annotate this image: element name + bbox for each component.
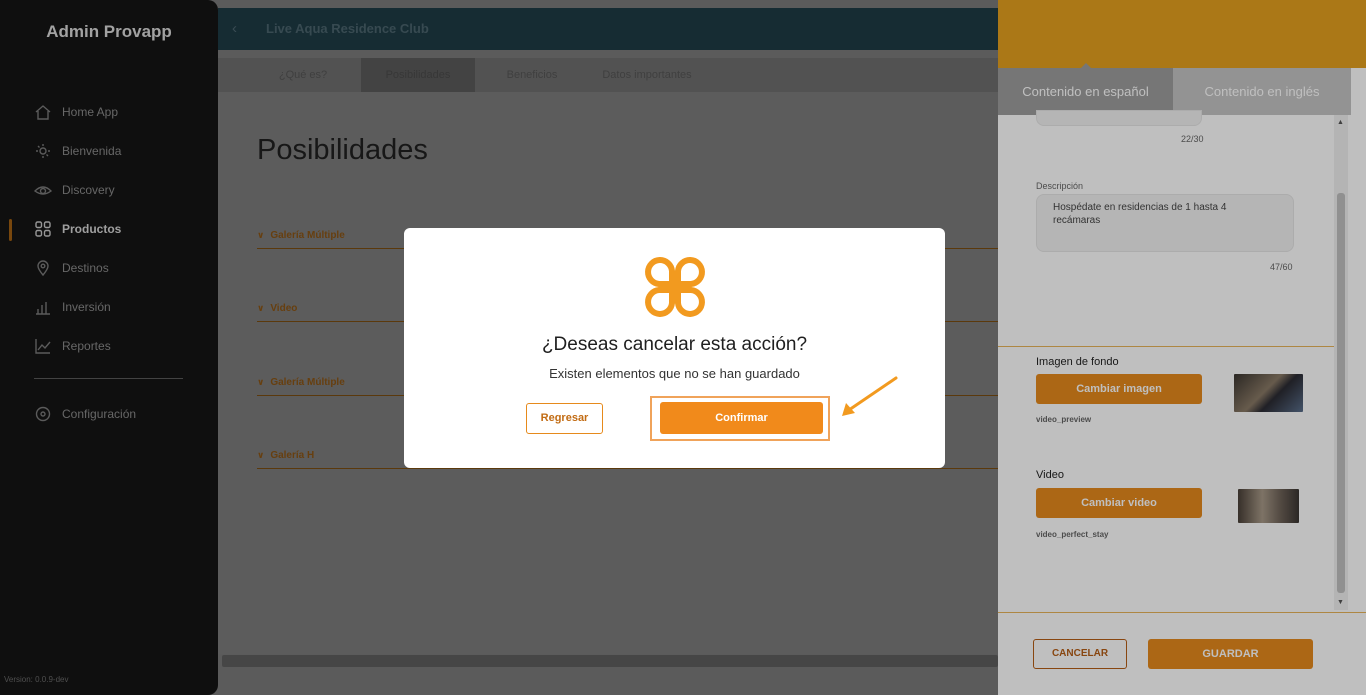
description-value: Hospédate en residencias de 1 hasta 4 re…: [1053, 202, 1227, 226]
background-image-thumbnail: [1234, 374, 1303, 412]
video-label: Video: [1036, 469, 1064, 481]
section-heading: Posibilidades: [257, 134, 428, 166]
grid-icon: [35, 221, 51, 237]
sidebar-item-label: Productos: [62, 222, 122, 236]
background-image-label: Imagen de fondo: [1036, 356, 1119, 368]
home-icon: [35, 105, 51, 120]
panel-scrollbar[interactable]: ▲ ▼: [1334, 115, 1348, 610]
scroll-down-icon[interactable]: ▼: [1337, 599, 1344, 606]
section-title: Galería H: [270, 450, 315, 461]
panel-header: [998, 0, 1366, 68]
change-image-button[interactable]: Cambiar imagen: [1036, 374, 1202, 404]
sidebar-item-label: Reportes: [62, 339, 111, 353]
sidebar-divider: [34, 378, 183, 379]
sidebar-item-label: Discovery: [62, 183, 115, 197]
section-title: Galería Múltiple: [270, 377, 345, 388]
footer-divider: [998, 612, 1366, 613]
content-tabs: ¿Qué es? Posibilidades Beneficios Datos …: [218, 58, 998, 92]
tab-beneficios[interactable]: Beneficios: [490, 58, 574, 92]
tab-que-es[interactable]: ¿Qué es?: [258, 58, 348, 92]
gear-icon: [35, 406, 51, 422]
sidebar-item-label: Inversión: [62, 300, 111, 314]
tab-indicator: [1080, 63, 1092, 69]
description-label: Descripción: [1036, 181, 1084, 191]
edit-panel: Contenido en español Contenido en inglés…: [998, 0, 1366, 695]
chevron-down-icon: ∨: [257, 230, 265, 240]
divider: [998, 346, 1334, 347]
tab-label: Contenido en español: [1022, 84, 1149, 99]
video-thumbnail: [1238, 489, 1299, 523]
dialog-title: ¿Deseas cancelar esta acción?: [541, 334, 808, 355]
sidebar-item-reportes[interactable]: Reportes: [34, 336, 111, 356]
video-file-name: video_perfect_stay: [1036, 530, 1109, 539]
save-button[interactable]: GUARDAR: [1148, 639, 1313, 669]
chevron-down-icon: ∨: [257, 303, 265, 313]
horizontal-scrollbar[interactable]: [222, 655, 998, 667]
page-header: ‹ Live Aqua Residence Club: [218, 8, 998, 50]
confirm-dialog: ¿Deseas cancelar esta acción? Existen el…: [404, 228, 945, 468]
sidebar-item-configuracion[interactable]: Configuración: [34, 404, 136, 424]
cancel-button[interactable]: CANCELAR: [1033, 639, 1127, 669]
discovery-icon: [34, 186, 52, 195]
confirm-button[interactable]: Confirmar: [660, 402, 823, 434]
tab-contenido-ingles[interactable]: Contenido en inglés: [1173, 68, 1351, 115]
section-title: Video: [270, 303, 298, 314]
chevron-left-icon[interactable]: ‹: [232, 20, 237, 37]
sidebar-item-productos[interactable]: Productos: [34, 219, 121, 239]
scroll-up-icon[interactable]: ▲: [1337, 119, 1344, 126]
tab-datos-importantes[interactable]: Datos importantes: [584, 58, 710, 92]
bar-chart-icon: [36, 302, 50, 315]
active-indicator: [9, 219, 12, 241]
chevron-down-icon: ∨: [257, 377, 265, 387]
sidebar-item-label: Bienvenida: [62, 144, 122, 158]
title-counter: 22/30: [1181, 134, 1204, 144]
back-button[interactable]: Regresar: [526, 403, 603, 434]
sidebar-item-destinos[interactable]: Destinos: [34, 258, 109, 278]
sidebar: Admin Provapp Home App Bienvenida Discov…: [0, 0, 218, 695]
arrow-annotation-icon: [842, 376, 898, 416]
sidebar-item-discovery[interactable]: Discovery: [34, 180, 115, 200]
description-counter: 47/60: [1270, 262, 1293, 272]
scrollbar-thumb[interactable]: [1337, 193, 1345, 593]
bienvenida-icon: [36, 144, 50, 158]
location-pin-icon: [37, 260, 49, 277]
sidebar-item-label: Destinos: [62, 261, 109, 275]
tab-contenido-espanol[interactable]: Contenido en español: [998, 63, 1173, 115]
provapp-clover-icon: [645, 257, 705, 317]
tab-posibilidades[interactable]: Posibilidades: [361, 58, 475, 92]
title-field[interactable]: [1036, 110, 1202, 126]
sidebar-item-inversion[interactable]: Inversión: [34, 297, 111, 317]
change-video-button[interactable]: Cambiar video: [1036, 488, 1202, 518]
sidebar-item-label: Configuración: [62, 407, 137, 421]
sidebar-item-home-app[interactable]: Home App: [34, 102, 118, 122]
sidebar-item-label: Home App: [62, 105, 119, 119]
line-chart-icon: [35, 339, 51, 354]
chevron-down-icon: ∨: [257, 450, 265, 460]
brand-title: Admin Provapp: [46, 22, 172, 41]
image-file-name: video_preview: [1036, 415, 1092, 424]
sidebar-item-bienvenida[interactable]: Bienvenida: [34, 141, 121, 161]
section-title: Galería Múltiple: [270, 230, 345, 241]
version-label: Version: 0.0.9-dev: [4, 675, 69, 684]
page-title: Live Aqua Residence Club: [266, 21, 429, 36]
